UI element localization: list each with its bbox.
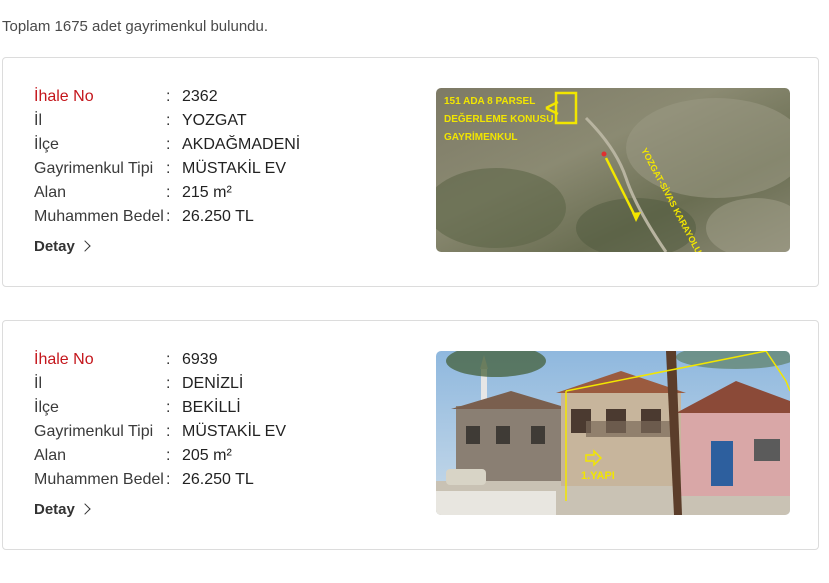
photo-text: DEĞERLEME KONUSU	[444, 112, 553, 125]
colon: :	[166, 399, 171, 416]
row-ilce: İlçe: AKDAĞMADENİ	[34, 133, 300, 157]
ihale-no-label: İhale No	[34, 351, 94, 368]
ihale-no-value: 2362	[182, 88, 218, 105]
detail-label: Detay	[34, 501, 75, 518]
row-bedel: Muhammen Bedel:26.250 TL	[34, 468, 286, 492]
colon: :	[166, 184, 171, 201]
row-il: İl: DENİZLİ	[34, 372, 286, 396]
photo-text: 1.YAPI	[581, 470, 615, 482]
ilce-value: BEKİLLİ	[182, 399, 241, 416]
row-ilce: İlçe: BEKİLLİ	[34, 396, 286, 420]
il-value: DENİZLİ	[182, 375, 244, 392]
row-ihale-no: İhale No:6939	[34, 348, 286, 372]
tip-label: Gayrimenkul Tipi	[34, 160, 154, 177]
il-label: İl	[34, 112, 42, 129]
row-alan: Alan:215 m²	[34, 181, 300, 205]
chevron-right-icon	[79, 240, 91, 252]
colon: :	[166, 471, 171, 488]
listing-photo[interactable]: 1.YAPI	[436, 351, 790, 515]
listing-card[interactable]: İhale No:6939 İl: DENİZLİ İlçe: BEKİLLİ Ga…	[2, 320, 819, 550]
tip-value: MÜSTAKİL EV	[182, 423, 287, 440]
listing-card[interactable]: İhale No:2362 İl: YOZGAT İlçe: AKDAĞMADENİ…	[2, 57, 819, 287]
alan-value: 215 m²	[182, 184, 232, 201]
bedel-value: 26.250 TL	[182, 471, 254, 488]
bedel-label: Muhammen Bedel	[34, 208, 164, 225]
alan-value: 205 m²	[182, 447, 232, 464]
row-il: İl: YOZGAT	[34, 109, 300, 133]
detail-link[interactable]: Detay	[34, 501, 91, 518]
colon: :	[166, 136, 171, 153]
photo-text: GAYRİMENKUL	[444, 130, 518, 143]
alan-label: Alan	[34, 184, 67, 201]
chevron-right-icon	[79, 503, 91, 515]
row-alan: Alan:205 m²	[34, 444, 286, 468]
bedel-label: Muhammen Bedel	[34, 471, 164, 488]
ilce-label: İlçe	[34, 399, 59, 416]
listing-info: İhale No:2362 İl: YOZGAT İlçe: AKDAĞMADENİ…	[34, 85, 300, 229]
row-bedel: Muhammen Bedel:26.250 TL	[34, 205, 300, 229]
results-count: Toplam 1675 adet gayrimenkul bulundu.	[2, 18, 269, 35]
il-label: İl	[34, 375, 42, 392]
ilce-label: İlçe	[34, 136, 59, 153]
listing-photo[interactable]: 151 ADA 8 PARSEL DEĞERLEME KONUSU GAYRİM…	[436, 88, 790, 252]
colon: :	[166, 160, 171, 177]
colon: :	[166, 88, 171, 105]
photo-text: 151 ADA 8 PARSEL	[444, 96, 535, 107]
colon: :	[166, 375, 171, 392]
tip-value: MÜSTAKİL EV	[182, 160, 287, 177]
detail-label: Detay	[34, 238, 75, 255]
bedel-value: 26.250 TL	[182, 208, 254, 225]
ihale-no-value: 6939	[182, 351, 218, 368]
tip-label: Gayrimenkul Tipi	[34, 423, 154, 440]
colon: :	[166, 423, 171, 440]
alan-label: Alan	[34, 447, 67, 464]
row-ihale-no: İhale No:2362	[34, 85, 300, 109]
row-tip: Gayrimenkul Tipi: MÜSTAKİL EV	[34, 157, 300, 181]
row-tip: Gayrimenkul Tipi: MÜSTAKİL EV	[34, 420, 286, 444]
ihale-no-label: İhale No	[34, 88, 94, 105]
colon: :	[166, 447, 171, 464]
detail-link[interactable]: Detay	[34, 238, 91, 255]
ilce-value: AKDAĞMADENİ	[182, 136, 301, 153]
il-value: YOZGAT	[182, 112, 247, 129]
listing-info: İhale No:6939 İl: DENİZLİ İlçe: BEKİLLİ Ga…	[34, 348, 286, 492]
colon: :	[166, 208, 171, 225]
colon: :	[166, 351, 171, 368]
colon: :	[166, 112, 171, 129]
